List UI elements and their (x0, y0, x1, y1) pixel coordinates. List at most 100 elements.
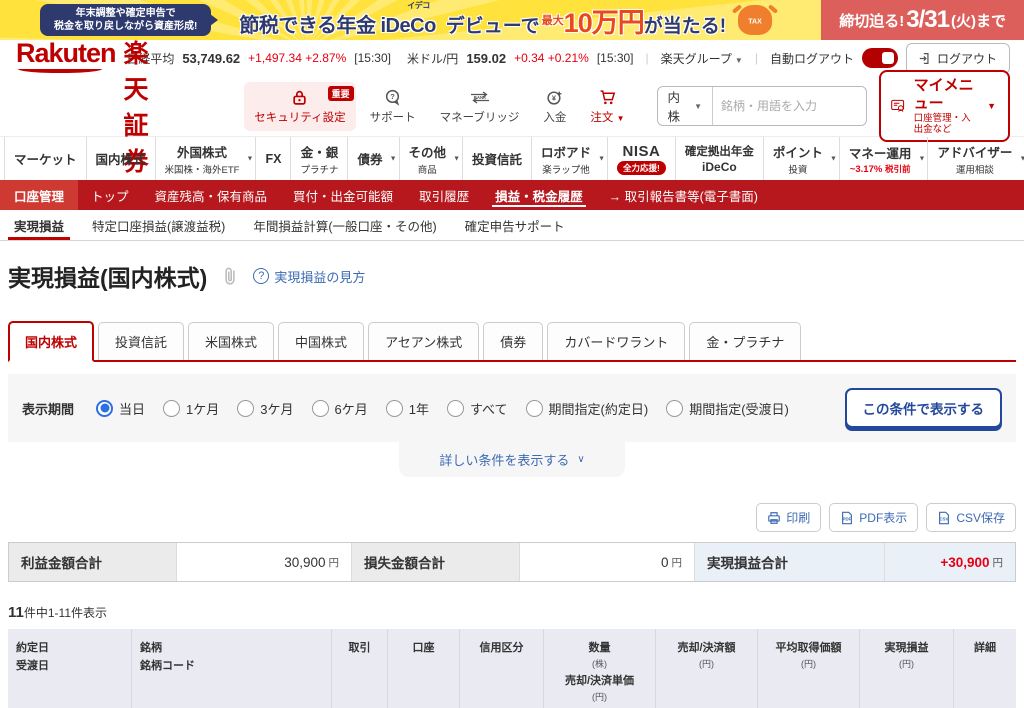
page-title: 実現損益(国内株式) (8, 265, 208, 291)
asset-tab-funds[interactable]: 投資信託 (98, 322, 185, 360)
tab-specific-account-pl[interactable]: 特定口座損益(譲渡益税) (78, 210, 239, 240)
subnav-pl-tax-history[interactable]: 損益・税金履歴 (482, 180, 596, 210)
pdf-view-button[interactable]: PDF PDF表示 (829, 503, 919, 532)
nav-item-money-management[interactable]: マネー運用 ~3.17% 税引前 ▼ (838, 137, 928, 180)
nav-item-foreign-stock[interactable]: 外国株式 米国株・海外ETF ▼ (154, 137, 256, 180)
chevron-down-icon: ▼ (829, 155, 837, 162)
deposit-link[interactable]: ¥ 入金 (533, 82, 576, 131)
radio-icon (163, 399, 181, 417)
tax-mascot: TAX (738, 5, 773, 35)
radio-period-custom-trade-date[interactable]: 期間指定(約定日) (525, 399, 648, 418)
radio-period-all[interactable]: すべて (446, 399, 508, 418)
subnav-holdings[interactable]: 資産残高・保有商品 (142, 180, 281, 210)
logout-button[interactable]: ログアウト (905, 42, 1010, 74)
subnav-available-funds[interactable]: 買付・出金可能額 (280, 180, 406, 210)
mymenu-sublabel: 口座管理・入出金など (913, 112, 971, 135)
col-header-qty: 数量 (株) 売却/決済単価 (円) (544, 629, 656, 708)
security-settings-link[interactable]: 重要 セキュリティ設定 (244, 81, 356, 131)
radio-period-3months[interactable]: 3ケ月 (237, 399, 294, 418)
nav-item-bonds[interactable]: 債券 ▼ (347, 137, 398, 180)
moneybridge-link[interactable]: BANK マネーブリッジ (430, 82, 530, 131)
usdjpy-change: +0.34 +0.21% (514, 51, 589, 65)
subnav-trade-reports[interactable]: → 取引報告書等(電子書面) (596, 180, 771, 210)
cart-icon (600, 89, 616, 104)
mymenu-icon (891, 99, 905, 112)
auto-logout-toggle[interactable] (861, 48, 898, 68)
mymenu-button[interactable]: マイメニュー 口座管理・入出金など ▼ (879, 69, 1010, 143)
nav-item-market[interactable]: マーケット (4, 137, 86, 180)
promo-banner[interactable]: 年末調整や確定申告で 税金を取り戻しながら資産形成! イデコ 節税できる年金 iD… (0, 0, 1024, 40)
tab-annual-pl[interactable]: 年間損益計算(一般口座・その他) (239, 210, 450, 240)
nav-item-fx[interactable]: FX (255, 137, 290, 180)
tab-tax-return-support[interactable]: 確定申告サポート (451, 210, 579, 240)
nav-item-nisa[interactable]: NISA 全力応援! (607, 137, 675, 180)
svg-text:BANK: BANK (473, 95, 487, 100)
asset-tab-china-stock[interactable]: 中国株式 (278, 322, 365, 360)
chevron-down-icon: ∨ (577, 454, 585, 465)
promo-ideco-text: イデコ 節税できる年金 iDeCo (239, 0, 436, 37)
subnav-top[interactable]: トップ (78, 180, 142, 210)
print-button[interactable]: 印刷 (756, 503, 822, 532)
nav-item-point-invest[interactable]: ポイント 投資 ▼ (762, 137, 839, 180)
search-category-select[interactable]: 国内株式 ▼ (658, 87, 713, 125)
col-header-avg-cost: 平均取得価額 (円) (758, 629, 860, 708)
nav-item-roboad[interactable]: ロボアド 楽ラップ他 ▼ (531, 137, 607, 180)
chevron-down-icon: ▼ (389, 155, 397, 162)
radio-selected-icon (96, 399, 114, 417)
search-icon[interactable] (863, 98, 866, 114)
svg-text:PDF: PDF (843, 516, 852, 521)
col-header-account: 口座 (388, 629, 460, 708)
csv-save-button[interactable]: CSV CSV保存 (926, 503, 1016, 532)
search-input[interactable] (712, 87, 863, 125)
nav-item-domestic-stock[interactable]: 国内株式 (85, 137, 155, 180)
nikkei-time: [15:30] (354, 51, 391, 65)
nav-item-gold-platinum[interactable]: 金・銀 プラチナ (290, 137, 347, 180)
promo-deadline: 締切迫る! 3/31 (火)まで (821, 0, 1024, 40)
col-header-dates: 約定日 受渡日 (8, 629, 132, 708)
order-link[interactable]: 注文 ▼ (580, 82, 634, 131)
radio-period-today[interactable]: 当日 (96, 399, 145, 418)
nav-item-ideco[interactable]: 確定拠出年金 iDeCo (674, 137, 763, 180)
profit-total-value: 30,900 円 (177, 543, 352, 581)
asset-tab-asean-stock[interactable]: アセアン株式 (368, 322, 480, 360)
paperclip-icon[interactable] (221, 266, 239, 286)
realized-pl-table: 約定日 受渡日 銘柄 銘柄コード 取引 口座 信用区分 数量 (株) 売却/決済… (8, 629, 1016, 708)
radio-icon (446, 399, 464, 417)
apply-filter-button[interactable]: この条件で表示する (844, 388, 1002, 428)
tab-realized-pl[interactable]: 実現損益 (0, 210, 78, 240)
rakuten-group-menu[interactable]: 楽天グループ ▼ (661, 50, 743, 67)
svg-text:?: ? (390, 92, 395, 101)
asset-tab-gold-platinum[interactable]: 金・プラチナ (689, 322, 802, 360)
radio-period-custom-settle-date[interactable]: 期間指定(受渡日) (666, 399, 789, 418)
chevron-down-icon: ▼ (734, 55, 743, 65)
support-link[interactable]: ? サポート (360, 82, 426, 131)
asset-tab-us-stock[interactable]: 米国株式 (188, 322, 275, 360)
asset-tab-bonds[interactable]: 債券 (483, 322, 544, 360)
promo-amount: 10万円 (563, 7, 645, 38)
chevron-down-icon: ▼ (598, 155, 606, 162)
col-header-amount: 売却/決済額 (円) (656, 629, 758, 708)
main-content: 実現損益(国内株式) ? 実現損益の見方 国内株式 投資信託 米国株式 中国株式… (0, 259, 1024, 708)
radio-icon (237, 399, 255, 417)
nav-item-other-products[interactable]: その他 商品 ▼ (398, 137, 463, 180)
svg-text:¥: ¥ (552, 93, 557, 102)
asset-tab-domestic-stock[interactable]: 国内株式 (8, 321, 95, 362)
promo-debut-text: デビューで (445, 15, 540, 37)
subnav-account-management[interactable]: 口座管理 (0, 180, 79, 210)
nisa-badge: 全力応援! (617, 160, 666, 175)
col-header-name: 銘柄 銘柄コード (132, 629, 332, 708)
chevron-down-icon: ▼ (1019, 155, 1024, 162)
subnav-trade-history[interactable]: 取引履歴 (406, 180, 482, 210)
asset-tab-covered-warrant[interactable]: カバードワラント (547, 322, 686, 360)
nav-item-advisor[interactable]: アドバイザー 運用相談 ▼ (927, 137, 1024, 180)
nav-item-funds[interactable]: 投資信託 (462, 137, 531, 180)
bank-transfer-icon: BANK (470, 90, 489, 104)
radio-icon (385, 399, 403, 417)
radio-period-6months[interactable]: 6ケ月 (311, 399, 368, 418)
svg-text:CSV: CSV (940, 516, 949, 521)
radio-period-1year[interactable]: 1年 (385, 399, 429, 418)
show-detail-conditions-link[interactable]: 詳しい条件を表示する ∨ (399, 442, 625, 477)
pl-help-link[interactable]: ? 実現損益の見方 (253, 267, 365, 286)
radio-period-1month[interactable]: 1ケ月 (163, 399, 219, 418)
chevron-down-icon: ▼ (987, 101, 996, 111)
